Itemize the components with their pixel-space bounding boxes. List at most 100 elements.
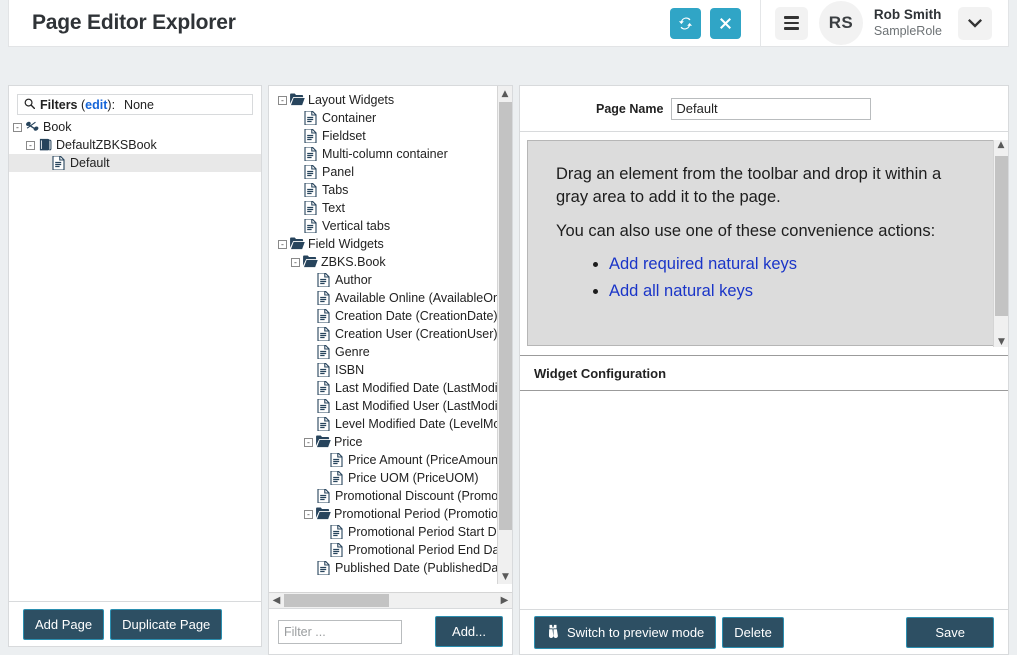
tree-toggle[interactable]: - [26, 140, 35, 150]
widget-tree-horizontal-scrollbar[interactable]: ◀ ▶ [269, 592, 512, 608]
page-title: Page Editor Explorer [32, 11, 236, 34]
widget-tree-vertical-scrollbar[interactable]: ▲ ▼ [497, 86, 512, 584]
tree-node[interactable]: Default [9, 154, 261, 172]
tree-node[interactable]: - Price [274, 433, 512, 451]
widget-filter-input[interactable] [278, 619, 402, 644]
page-icon [304, 164, 319, 180]
chevron-up-icon[interactable]: ▲ [498, 86, 512, 101]
tree-node[interactable]: - Book [9, 118, 261, 136]
chevron-down-icon [968, 16, 982, 31]
tree-node-label: Field Widgets [308, 237, 384, 251]
tree-node[interactable]: - Promotional Period (PromotionalPeriod) [274, 505, 512, 523]
refresh-icon [678, 16, 693, 31]
tree-node[interactable]: Creation Date (CreationDate) [274, 307, 512, 325]
page-canvas-dropzone[interactable]: Drag an element from the toolbar and dro… [527, 140, 1008, 347]
horizontal-scroll-track[interactable] [284, 593, 497, 609]
chevron-left-icon[interactable]: ◀ [269, 595, 284, 606]
canvas-scroll-thumb[interactable] [995, 156, 1008, 316]
tree-node[interactable]: Tabs [274, 181, 512, 199]
tree-node[interactable]: Promotional Discount (PromotionalDiscoun… [274, 487, 512, 505]
filters-colon: : [111, 97, 116, 112]
chevron-up-icon[interactable]: ▲ [994, 140, 1008, 155]
hamburger-icon[interactable] [774, 6, 808, 40]
user-menu-button[interactable] [958, 6, 992, 40]
tree-node[interactable]: Panel [274, 163, 512, 181]
header-actions: RS Rob Smith SampleRole [669, 0, 1008, 47]
page-icon [317, 362, 332, 378]
tree-node[interactable]: Text [274, 199, 512, 217]
page-name-row: Page Name [520, 86, 1008, 132]
tree-node[interactable]: Level Modified Date (LevelModifiedDate) [274, 415, 512, 433]
tree-toggle[interactable]: - [278, 239, 287, 249]
page-icon [317, 398, 332, 414]
page-icon [330, 452, 345, 468]
tree-node[interactable]: - Layout Widgets [274, 91, 512, 109]
tree-node-label: Container [322, 111, 377, 125]
tree-node[interactable]: - DefaultZBKSBook [9, 136, 261, 154]
tree-node[interactable]: Author [274, 271, 512, 289]
tree-node[interactable]: Last Modified Date (LastModifiedDate) [274, 379, 512, 397]
convenience-action-link[interactable]: Add all natural keys [609, 282, 753, 300]
tree-node-label: Creation Date (CreationDate) [335, 309, 498, 323]
add-widget-button[interactable]: Add... [435, 616, 503, 647]
left-panel-buttons: Add Page Duplicate Page [9, 601, 261, 646]
tree-toggle[interactable]: - [278, 95, 287, 105]
add-page-button[interactable]: Add Page [23, 608, 105, 640]
refresh-button[interactable] [669, 7, 701, 39]
tree-node[interactable]: Promotional Period End Date [274, 541, 512, 559]
tree-node-label: Vertical tabs [322, 219, 391, 233]
chevron-down-icon[interactable]: ▼ [994, 337, 1009, 347]
switch-to-preview-mode-button[interactable]: Switch to preview mode [534, 615, 717, 649]
vertical-scroll-thumb[interactable] [499, 102, 512, 530]
canvas-vertical-scrollbar[interactable]: ▲ ▼ [993, 140, 1008, 347]
tree-node-label: ISBN [335, 363, 365, 377]
tree-node[interactable]: Fieldset [274, 127, 512, 145]
tree-toggle[interactable]: - [304, 509, 313, 519]
filters-label: Filters [40, 97, 78, 112]
convenience-actions-list: Add required natural keys Add all natural… [556, 253, 972, 303]
page-icon [317, 344, 332, 360]
page-icon [317, 290, 332, 306]
book-icon [38, 138, 53, 152]
tree-node[interactable]: Container [274, 109, 512, 127]
chevron-right-icon[interactable]: ▶ [497, 595, 512, 606]
filters-edit-link[interactable]: edit [85, 98, 107, 112]
search-icon [24, 98, 36, 112]
tree-toggle[interactable]: - [291, 257, 300, 267]
tree-node[interactable]: Vertical tabs [274, 217, 512, 235]
duplicate-page-button[interactable]: Duplicate Page [110, 608, 223, 640]
tree-node[interactable]: ISBN [274, 361, 512, 379]
save-button[interactable]: Save [906, 616, 994, 648]
tree-node[interactable]: - ZBKS.Book [274, 253, 512, 271]
delete-button[interactable]: Delete [722, 616, 784, 648]
page-name-input[interactable] [671, 97, 872, 120]
tree-node-label: Tabs [322, 183, 349, 197]
tree-toggle[interactable]: - [13, 122, 22, 132]
tree-node[interactable]: Available Online (AvailableOnline) [274, 289, 512, 307]
tree-node-label: Book [43, 120, 72, 134]
chevron-down-icon[interactable]: ▼ [498, 569, 513, 584]
page-icon [304, 200, 319, 216]
tree-node[interactable]: - Field Widgets [274, 235, 512, 253]
editor-footer-buttons: Switch to preview mode Delete Save [520, 609, 1008, 654]
page-icon [330, 470, 345, 486]
horizontal-scroll-thumb[interactable] [284, 593, 389, 607]
tree-node[interactable]: Published Date (PublishedDate) [274, 559, 512, 577]
filters-bar[interactable]: Filters (edit): None [17, 94, 253, 115]
tree-node[interactable]: Last Modified User (LastModifiedUser) [274, 397, 512, 415]
tree-node[interactable]: Price Amount (PriceAmount) [274, 451, 512, 469]
page-icon [304, 146, 319, 162]
tree-node[interactable]: Price UOM (PriceUOM) [274, 469, 512, 487]
tree-node-label: DefaultZBKSBook [56, 138, 157, 152]
convenience-action-link[interactable]: Add required natural keys [609, 255, 797, 273]
close-button[interactable] [709, 7, 741, 39]
user-info: Rob Smith SampleRole [874, 7, 942, 40]
close-icon [719, 17, 731, 29]
tree-node[interactable]: Genre [274, 343, 512, 361]
page-icon [317, 560, 332, 576]
tree-node[interactable]: Creation User (CreationUser) [274, 325, 512, 343]
tree-node[interactable]: Multi-column container [274, 145, 512, 163]
tree-node[interactable]: Promotional Period Start Date [274, 523, 512, 541]
page-icon [317, 416, 332, 432]
tree-toggle[interactable]: - [304, 437, 313, 447]
